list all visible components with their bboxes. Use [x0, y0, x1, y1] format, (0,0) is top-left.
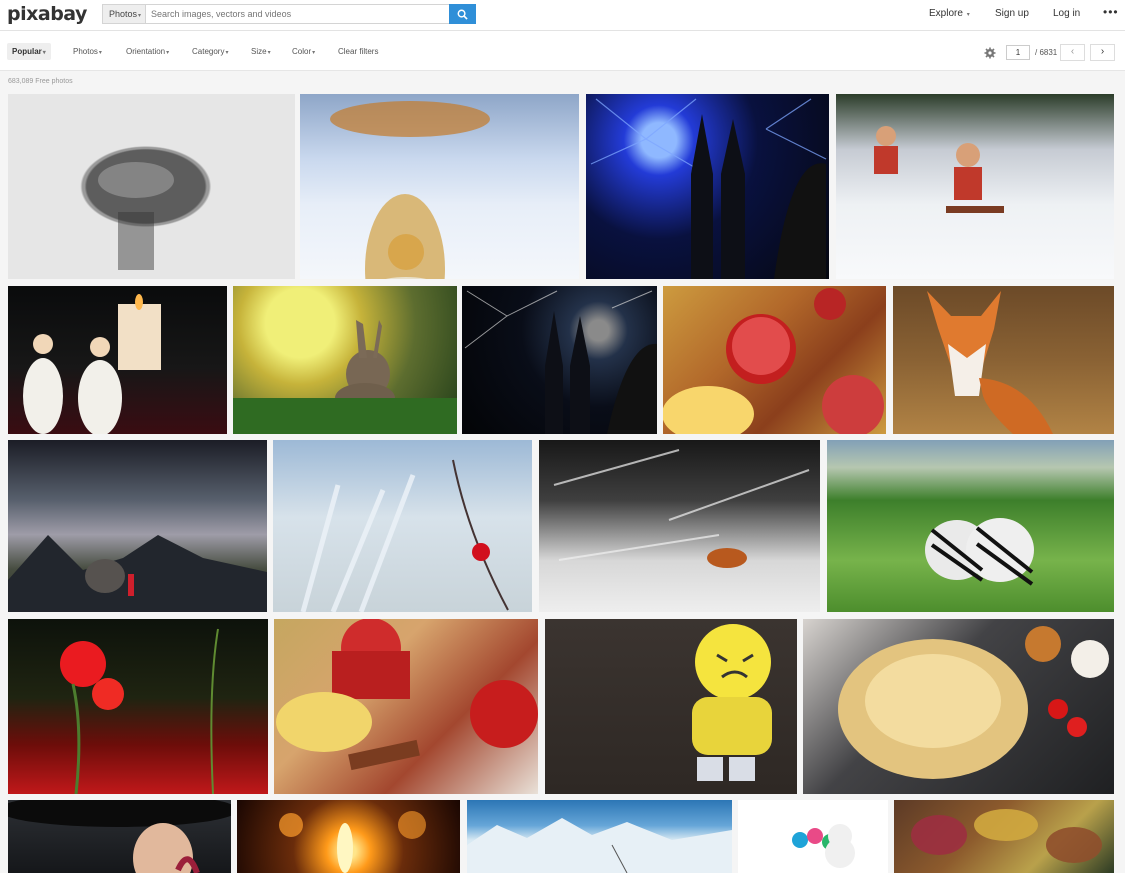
- photo-image: [300, 459, 509, 612]
- chevron-down-icon: ▾: [225, 50, 229, 56]
- photo-image: [467, 818, 732, 873]
- filter-photos-label: Photos: [73, 47, 98, 56]
- photo-tile[interactable]: [462, 286, 657, 434]
- photo-tile[interactable]: [803, 619, 1114, 794]
- filter-popular-label: Popular: [12, 47, 42, 56]
- photo-image: [911, 809, 1102, 863]
- photo-tile[interactable]: [8, 800, 231, 873]
- photo-image: [330, 101, 490, 279]
- photo-image: [60, 628, 219, 794]
- filter-bar: Popular▾ Photos▾ Orientation▾ Category▾ …: [0, 31, 1125, 71]
- filter-orientation[interactable]: Orientation▾: [126, 47, 169, 56]
- photo-image: [927, 291, 1053, 434]
- photo-tile[interactable]: [8, 286, 227, 434]
- filter-orientation-label: Orientation: [126, 47, 166, 56]
- chevron-down-icon: ▾: [42, 50, 46, 56]
- photo-tile[interactable]: [8, 440, 267, 612]
- photo-image: [23, 294, 161, 434]
- photo-image: [233, 320, 457, 434]
- search-icon: [457, 9, 468, 20]
- chevron-down-icon: ▾: [966, 12, 970, 18]
- explore-menu[interactable]: Explore ▾: [929, 8, 970, 19]
- filter-color-label: Color: [292, 47, 312, 56]
- search-bar: Photos▾: [102, 4, 476, 24]
- photo-image: [8, 535, 267, 612]
- photo-tile[interactable]: [8, 619, 268, 794]
- photo-tile[interactable]: [273, 440, 532, 612]
- filter-category[interactable]: Category▾: [192, 47, 228, 56]
- more-menu-icon[interactable]: •••: [1103, 5, 1119, 19]
- photo-tile[interactable]: [300, 94, 579, 279]
- filter-popular[interactable]: Popular▾: [7, 43, 51, 60]
- signup-link[interactable]: Sign up: [995, 8, 1029, 19]
- photo-tile[interactable]: [827, 440, 1114, 612]
- search-button[interactable]: [449, 4, 476, 24]
- filter-category-label: Category: [192, 47, 225, 56]
- page-total: / 6831: [1035, 48, 1058, 57]
- filter-size-label: Size: [251, 47, 267, 56]
- photo-tile[interactable]: [8, 94, 295, 279]
- photo-tile[interactable]: [586, 94, 829, 279]
- photo-image: [692, 624, 772, 781]
- photo-image: [792, 824, 855, 868]
- chevron-down-icon: ▾: [166, 50, 170, 56]
- filter-color[interactable]: Color▾: [292, 47, 315, 56]
- photo-tile[interactable]: [545, 619, 797, 794]
- chevron-down-icon: ▾: [98, 50, 102, 56]
- photo-tile[interactable]: [274, 619, 538, 794]
- photo-image: [663, 288, 884, 434]
- photo-image: [279, 811, 426, 873]
- photo-image: [98, 162, 174, 270]
- prev-page-button[interactable]: ‹: [1060, 44, 1085, 61]
- page-number-input[interactable]: 1: [1006, 45, 1030, 60]
- photo-image: [464, 290, 657, 434]
- chevron-down-icon: ▾: [138, 13, 142, 19]
- photo-image: [553, 449, 810, 568]
- photo-tile[interactable]: [467, 800, 732, 873]
- search-input[interactable]: [151, 5, 447, 23]
- photo-tile[interactable]: [738, 800, 888, 873]
- search-type-select[interactable]: Photos▾: [103, 5, 146, 23]
- photo-image: [874, 126, 1004, 213]
- photo-tile[interactable]: [237, 800, 460, 873]
- explore-label: Explore: [929, 8, 963, 19]
- photo-image: [8, 800, 231, 873]
- filter-photos[interactable]: Photos▾: [73, 47, 102, 56]
- login-link[interactable]: Log in: [1053, 8, 1080, 19]
- chevron-down-icon: ▾: [267, 50, 271, 56]
- search-type-label: Photos: [109, 9, 138, 19]
- photo-image: [838, 626, 1109, 779]
- photo-tile[interactable]: [233, 286, 457, 434]
- photo-tile[interactable]: [894, 800, 1114, 873]
- pixabay-logo[interactable]: pixabay: [7, 3, 87, 25]
- top-header: pixabay Photos▾ Explore ▾ Sign up Log in…: [0, 0, 1125, 31]
- clear-filters-link[interactable]: Clear filters: [338, 47, 378, 56]
- next-page-button[interactable]: ›: [1090, 44, 1115, 61]
- chevron-down-icon: ▾: [312, 50, 316, 56]
- photo-image: [276, 619, 538, 771]
- photo-image: [590, 98, 827, 279]
- filter-size[interactable]: Size▾: [251, 47, 271, 56]
- photo-tile[interactable]: [893, 286, 1114, 434]
- result-count: 683,089 Free photos: [8, 78, 73, 85]
- photo-tile[interactable]: [836, 94, 1114, 279]
- photo-tile[interactable]: [539, 440, 820, 612]
- photo-image: [925, 518, 1034, 586]
- photo-tile[interactable]: [663, 286, 886, 434]
- gear-icon[interactable]: [984, 47, 996, 59]
